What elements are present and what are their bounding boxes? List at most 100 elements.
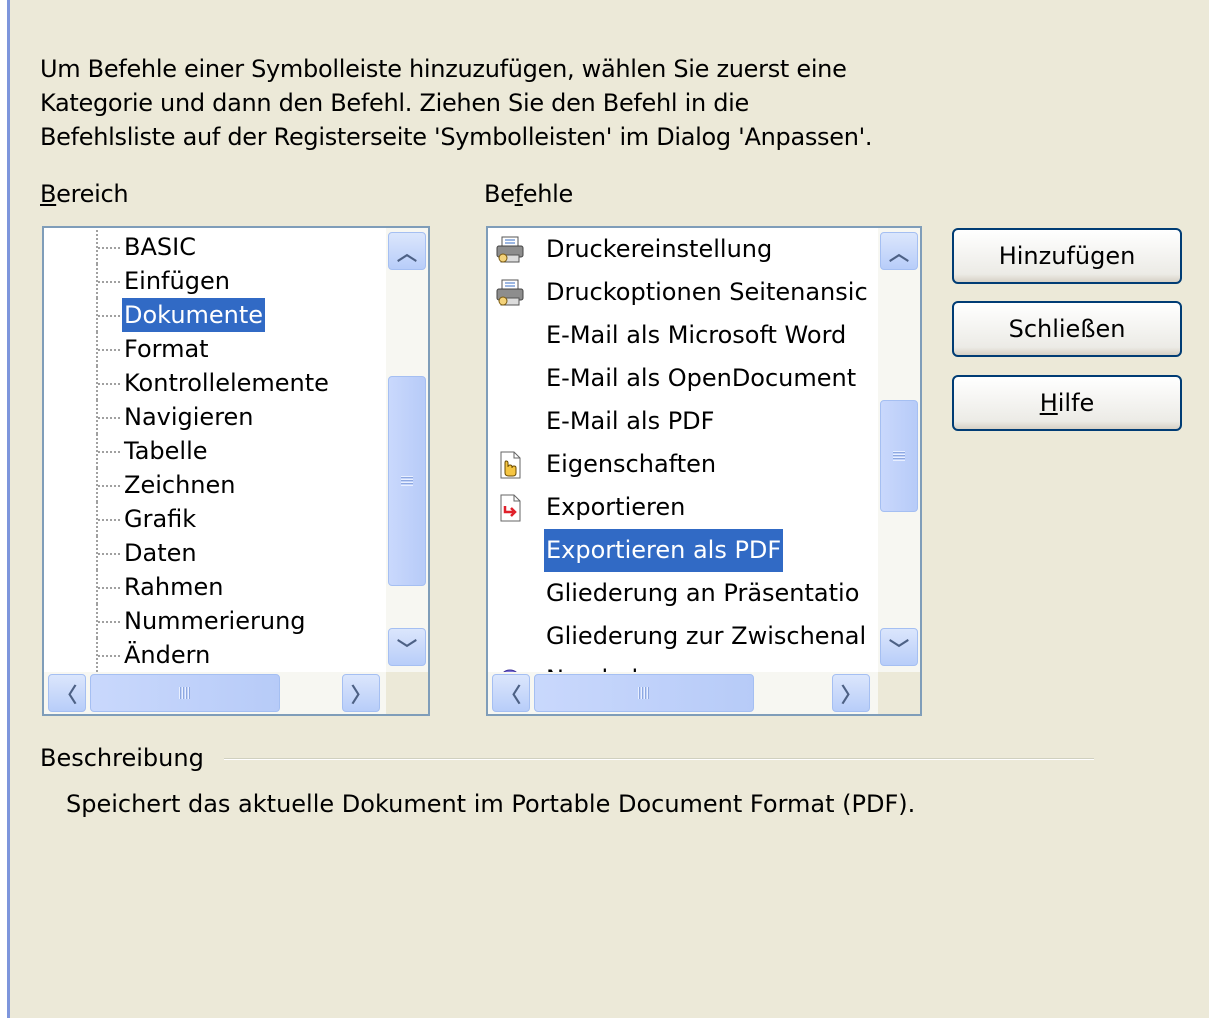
command-item[interactable]: Exportieren (488, 486, 878, 529)
tree-item-label: Daten (124, 539, 197, 567)
tree-item-label: BASIC (124, 233, 196, 261)
intro-text: Um Befehle einer Symbolleiste hinzuzufüg… (40, 52, 1040, 154)
scroll-up-button[interactable]: ︿ (880, 232, 918, 270)
tree-item[interactable]: Dokumente (44, 298, 384, 332)
command-item[interactable]: Eigenschaften (488, 443, 878, 486)
tree-item[interactable]: Format (44, 332, 384, 366)
command-item-label: Exportieren als PDF (544, 529, 784, 572)
command-item[interactable]: E-Mail als PDF (488, 400, 878, 443)
bereich-list-items: BASIC Einfügen Dokumente Format Kontrollelem… (44, 228, 386, 672)
chevron-right-icon: 〉 (351, 682, 371, 707)
tree-item-label: Einfügen (124, 267, 230, 295)
tree-item[interactable]: Grafik (44, 502, 384, 536)
tree-connector (98, 621, 120, 623)
befehle-list[interactable]: Druckereinstellung Druckoptionen Seitenan… (486, 226, 922, 716)
description-label: Beschreibung (40, 744, 204, 772)
command-item-label: Gliederung an Präsentatio (546, 579, 860, 607)
command-item[interactable]: Neu laden (488, 658, 878, 672)
command-item[interactable]: Druckereinstellung (488, 228, 878, 271)
chevron-left-icon: 〈 (501, 682, 521, 707)
tree-item[interactable]: BASIC (44, 230, 384, 264)
bereich-list[interactable]: BASIC Einfügen Dokumente Format Kontrollelem… (42, 226, 430, 716)
command-item-label: Exportieren (546, 493, 686, 521)
tree-connector (98, 485, 120, 487)
tree-item[interactable]: Einfügen (44, 264, 384, 298)
help-button[interactable]: Hilfe (952, 375, 1182, 431)
chevron-down-icon: ﹀ (889, 636, 909, 661)
printer-icon (494, 278, 526, 308)
bereich-vertical-scrollbar[interactable]: ︿ ﹀ (386, 228, 428, 672)
tree-item[interactable]: Navigieren (44, 400, 384, 434)
befehle-list-items: Druckereinstellung Druckoptionen Seitenan… (488, 228, 878, 672)
bereich-hscroll-thumb[interactable] (90, 674, 280, 712)
tree-item-label: Nummerierung (124, 607, 306, 635)
intro-line: Um Befehle einer Symbolleiste hinzuzufüg… (40, 55, 847, 83)
grip-icon (638, 687, 650, 699)
command-item[interactable]: Gliederung an Präsentatio (488, 572, 878, 615)
tree-item[interactable]: Nummerierung (44, 604, 384, 638)
tree-item-label: Navigieren (124, 403, 254, 431)
grip-icon (401, 476, 413, 486)
close-button[interactable]: Schließen (952, 301, 1182, 357)
command-item-label: Neu laden (544, 658, 670, 672)
tree-connector (98, 349, 120, 351)
command-item-label: Druckereinstellung (546, 235, 773, 263)
scroll-down-button[interactable]: ﹀ (388, 628, 426, 666)
intro-line: Befehlsliste auf der Registerseite 'Symb… (40, 123, 873, 151)
command-item[interactable]: Exportieren als PDF (488, 529, 878, 572)
scroll-corner (878, 672, 920, 714)
command-item-label: Druckoptionen Seitenansic (546, 278, 868, 306)
command-item[interactable]: E-Mail als OpenDocument (488, 357, 878, 400)
tree-connector (98, 587, 120, 589)
tree-item[interactable]: Daten (44, 536, 384, 570)
tree-item[interactable]: Kontrollelemente (44, 366, 384, 400)
tree-item-label: Zeichnen (124, 471, 236, 499)
chevron-up-icon: ︿ (889, 240, 909, 265)
tree-item-label: Grafik (124, 505, 197, 533)
add-button[interactable]: Hinzufügen (952, 228, 1182, 284)
bereich-vscroll-thumb[interactable] (388, 376, 426, 586)
befehle-vscroll-thumb[interactable] (880, 400, 918, 512)
scroll-down-button[interactable]: ﹀ (880, 628, 918, 666)
tree-item-label: Rahmen (124, 573, 224, 601)
bereich-horizontal-scrollbar[interactable]: 〈 〉 (44, 672, 386, 714)
tree-connector (98, 281, 120, 283)
tree-item-label: Format (124, 335, 209, 363)
command-item[interactable]: Gliederung zur Zwischenal (488, 615, 878, 658)
tree-item[interactable]: Zeichnen (44, 468, 384, 502)
tree-connector (98, 519, 120, 521)
tree-item[interactable]: Rahmen (44, 570, 384, 604)
command-item[interactable]: E-Mail als Microsoft Word (488, 314, 878, 357)
tree-item-label: Kontrollelemente (124, 369, 329, 397)
chevron-up-icon: ︿ (397, 240, 417, 265)
scroll-up-button[interactable]: ︿ (388, 232, 426, 270)
befehle-label: Befehle (484, 180, 574, 208)
scroll-right-button[interactable]: 〉 (342, 674, 380, 712)
chevron-right-icon: 〉 (841, 682, 861, 707)
tree-connector (98, 383, 120, 385)
scroll-left-button[interactable]: 〈 (48, 674, 86, 712)
description-text: Speichert das aktuelle Dokument im Porta… (66, 790, 916, 818)
tree-item[interactable]: Ändern (44, 638, 384, 672)
command-item-label: Eigenschaften (546, 450, 717, 478)
reload-icon (494, 665, 526, 672)
scroll-right-button[interactable]: 〉 (832, 674, 870, 712)
befehle-vertical-scrollbar[interactable]: ︿ ﹀ (878, 228, 920, 672)
tree-item[interactable]: Tabelle (44, 434, 384, 468)
tree-connector (98, 315, 120, 317)
scroll-left-button[interactable]: 〈 (492, 674, 530, 712)
command-item[interactable]: Druckoptionen Seitenansic (488, 271, 878, 314)
tree-item-label: Ändern (124, 641, 211, 669)
tree-connector (98, 451, 120, 453)
chevron-down-icon: ﹀ (397, 636, 417, 661)
befehle-horizontal-scrollbar[interactable]: 〈 〉 (488, 672, 878, 714)
tree-connector (98, 417, 120, 419)
tree-item-label: Dokumente (122, 298, 266, 332)
grip-icon (179, 687, 191, 699)
command-item-label: E-Mail als OpenDocument (546, 364, 857, 392)
befehle-hscroll-thumb[interactable] (534, 674, 754, 712)
grip-icon (893, 451, 905, 461)
command-item-label: E-Mail als Microsoft Word (546, 321, 847, 349)
command-item-label: E-Mail als PDF (546, 407, 715, 435)
tree-item-label: Tabelle (124, 437, 208, 465)
